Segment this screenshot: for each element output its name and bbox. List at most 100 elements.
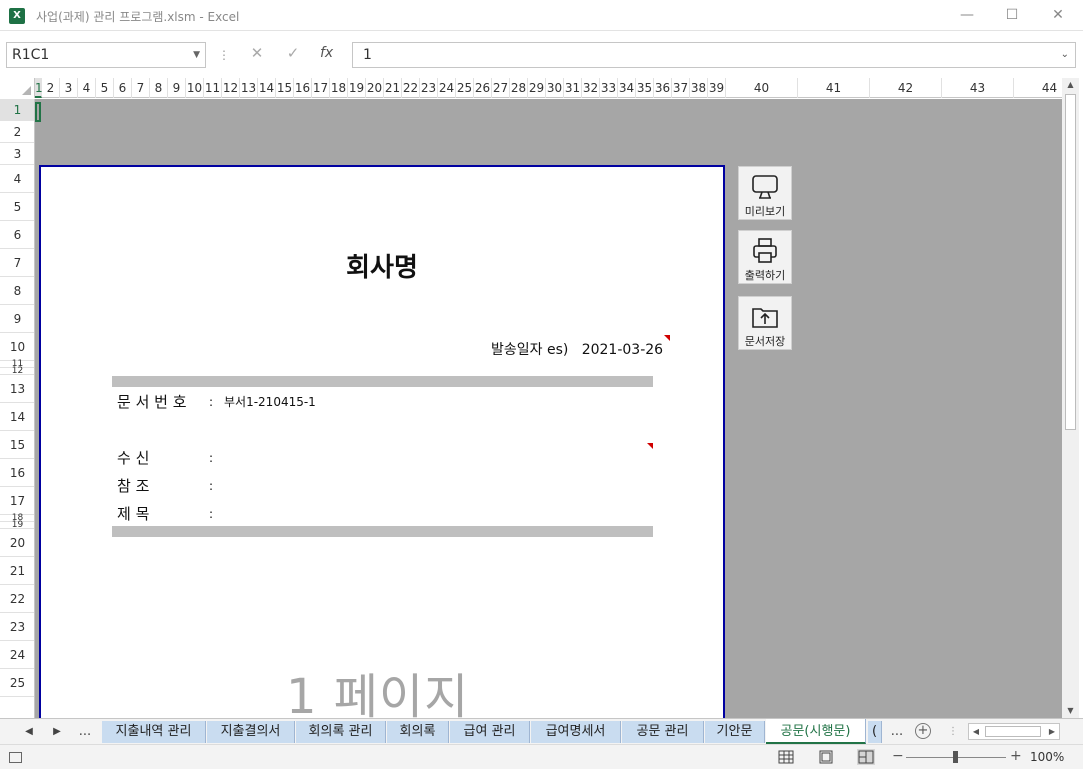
- row-header-cell[interactable]: 19: [0, 521, 34, 530]
- page-layout-view-icon[interactable]: [817, 749, 835, 765]
- comment-indicator[interactable]: [647, 443, 653, 449]
- sheet-tab[interactable]: 회의록: [387, 721, 449, 743]
- column-header-cell[interactable]: 10: [186, 78, 204, 98]
- row-header-cell[interactable]: 2: [0, 121, 34, 143]
- column-header-cell[interactable]: 24: [438, 78, 456, 98]
- select-all-button[interactable]: [0, 78, 35, 98]
- row-header-cell[interactable]: 12: [0, 367, 34, 376]
- column-header-cell[interactable]: 20: [366, 78, 384, 98]
- row-header-cell[interactable]: 14: [0, 403, 34, 431]
- save-document-button[interactable]: 문서저장: [738, 296, 792, 350]
- row-header-cell[interactable]: 6: [0, 221, 34, 249]
- column-header-cell[interactable]: 26: [474, 78, 492, 98]
- row-header-cell[interactable]: 3: [0, 143, 34, 165]
- column-header-cell[interactable]: 34: [618, 78, 636, 98]
- column-header-cell[interactable]: 41: [798, 78, 870, 98]
- sheet-tab[interactable]: 기안문: [705, 721, 765, 743]
- horizontal-scrollbar[interactable]: ◀ ▶: [968, 723, 1060, 740]
- sheet-tab[interactable]: 공문 관리: [622, 721, 704, 743]
- row-header-cell[interactable]: 1: [0, 99, 34, 121]
- column-header-cell[interactable]: 3: [60, 78, 78, 98]
- minimize-button[interactable]: —: [944, 0, 990, 31]
- column-header-cell[interactable]: 9: [168, 78, 186, 98]
- sheet-tab-partial[interactable]: (: [868, 721, 882, 743]
- column-header-cell[interactable]: 1: [35, 78, 43, 98]
- column-header-cell[interactable]: 27: [492, 78, 510, 98]
- sheet-tab[interactable]: 급여명세서: [531, 721, 621, 743]
- cancel-icon[interactable]: ✕: [247, 44, 267, 62]
- scroll-right-icon[interactable]: ▶: [1045, 724, 1059, 739]
- expand-formula-bar-icon[interactable]: ⌄: [1061, 43, 1069, 67]
- preview-button[interactable]: 미리보기: [738, 166, 792, 220]
- column-header-cell[interactable]: 5: [96, 78, 114, 98]
- sheet-tab[interactable]: 공문(시행문): [766, 719, 866, 744]
- column-header-cell[interactable]: 8: [150, 78, 168, 98]
- sheet-overflow-left[interactable]: ...: [72, 719, 98, 744]
- column-header-cell[interactable]: 17: [312, 78, 330, 98]
- scroll-up-icon[interactable]: ▲: [1062, 78, 1079, 92]
- column-header-cell[interactable]: 16: [294, 78, 312, 98]
- scroll-left-icon[interactable]: ◀: [969, 724, 983, 739]
- column-header-cell[interactable]: 39: [708, 78, 726, 98]
- row-header-cell[interactable]: 13: [0, 375, 34, 403]
- column-header-cell[interactable]: 37: [672, 78, 690, 98]
- row-header-cell[interactable]: 7: [0, 249, 34, 277]
- row-header-cell[interactable]: 4: [0, 165, 34, 193]
- row-header-cell[interactable]: 10: [0, 333, 34, 361]
- maximize-button[interactable]: ☐: [989, 0, 1035, 31]
- column-header-cell[interactable]: 35: [636, 78, 654, 98]
- row-header-cell[interactable]: 15: [0, 431, 34, 459]
- enter-check-icon[interactable]: ✓: [283, 44, 303, 62]
- row-header-cell[interactable]: 9: [0, 305, 34, 333]
- column-header-cell[interactable]: 36: [654, 78, 672, 98]
- chevron-down-icon[interactable]: ▼: [193, 43, 200, 67]
- row-header-cell[interactable]: 21: [0, 557, 34, 585]
- column-header-cell[interactable]: 32: [582, 78, 600, 98]
- horizontal-scroll-thumb[interactable]: [985, 726, 1041, 737]
- column-header-cell[interactable]: 23: [420, 78, 438, 98]
- column-header-cell[interactable]: 12: [222, 78, 240, 98]
- zoom-in-button[interactable]: +: [1010, 748, 1022, 764]
- column-header-cell[interactable]: 31: [564, 78, 582, 98]
- sheet-tab[interactable]: 지출내역 관리: [102, 721, 206, 743]
- column-header-cell[interactable]: 43: [942, 78, 1014, 98]
- name-box[interactable]: R1C1 ▼: [6, 42, 206, 68]
- sheet-next-icon[interactable]: ▶: [44, 719, 70, 744]
- column-header-cell[interactable]: 25: [456, 78, 474, 98]
- active-cell-cursor[interactable]: [35, 102, 41, 122]
- row-header-cell[interactable]: 23: [0, 613, 34, 641]
- column-header-cell[interactable]: 15: [276, 78, 294, 98]
- page-break-view-icon[interactable]: [857, 749, 875, 765]
- column-header-cell[interactable]: 22: [402, 78, 420, 98]
- add-sheet-icon[interactable]: +: [915, 723, 931, 739]
- row-header-cell[interactable]: 5: [0, 193, 34, 221]
- print-button[interactable]: 출력하기: [738, 230, 792, 284]
- column-header-cell[interactable]: 42: [870, 78, 942, 98]
- column-header-cell[interactable]: 13: [240, 78, 258, 98]
- macro-record-icon[interactable]: [9, 752, 22, 763]
- close-button[interactable]: ✕: [1035, 0, 1081, 31]
- column-header-cell[interactable]: 4: [78, 78, 96, 98]
- vertical-scrollbar[interactable]: ▲ ▼: [1062, 78, 1079, 718]
- row-header-cell[interactable]: 22: [0, 585, 34, 613]
- column-header-cell[interactable]: 28: [510, 78, 528, 98]
- column-header-cell[interactable]: 21: [384, 78, 402, 98]
- normal-view-icon[interactable]: [777, 749, 795, 765]
- sheet-tab[interactable]: 급여 관리: [450, 721, 530, 743]
- column-header-cell[interactable]: 7: [132, 78, 150, 98]
- column-header-cell[interactable]: 14: [258, 78, 276, 98]
- column-header-cell[interactable]: 40: [726, 78, 798, 98]
- zoom-slider-thumb[interactable]: [953, 751, 958, 763]
- column-header-cell[interactable]: 33: [600, 78, 618, 98]
- row-header-cell[interactable]: 25: [0, 669, 34, 697]
- vertical-dots-icon[interactable]: ⋮: [218, 46, 230, 64]
- sheet-prev-icon[interactable]: ◀: [16, 719, 42, 744]
- row-header-cell[interactable]: 17: [0, 487, 34, 515]
- zoom-level[interactable]: 100%: [1030, 750, 1064, 764]
- vertical-scroll-thumb[interactable]: [1065, 94, 1076, 430]
- tab-splitter-icon[interactable]: ⋮: [940, 719, 966, 744]
- sheet-tab[interactable]: 회의록 관리: [296, 721, 386, 743]
- column-header-cell[interactable]: 6: [114, 78, 132, 98]
- column-header-cell[interactable]: 2: [42, 78, 60, 98]
- zoom-out-button[interactable]: −: [892, 748, 904, 764]
